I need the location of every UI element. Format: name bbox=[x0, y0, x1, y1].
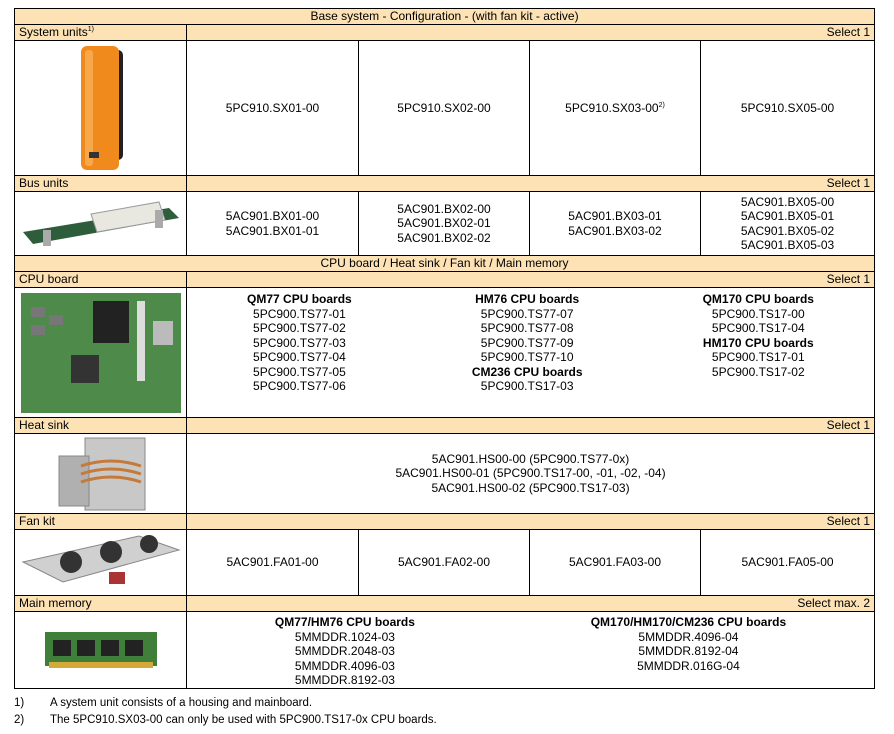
select-system-units: Select 1 bbox=[185, 24, 876, 41]
fan-kit-fa01: 5AC901.FA01-00 bbox=[186, 529, 359, 596]
footnote-1: 1) A system unit consists of a housing an… bbox=[14, 697, 313, 709]
bus-unit-bx01: 5AC901.BX01-00 5AC901.BX01-01 bbox=[186, 191, 359, 256]
system-unit-image bbox=[14, 40, 187, 176]
memory-col-qm170: QM170/HM170/CM236 CPU boards 5MMDDR.4096… bbox=[590, 615, 787, 673]
row-label-cpu-board: CPU board bbox=[14, 271, 187, 288]
bus-unit-bx05: 5AC901.BX05-00 5AC901.BX05-01 5AC901.BX05-… bbox=[699, 191, 876, 256]
system-unit-sx05: 5PC910.SX05-00 bbox=[699, 40, 876, 176]
section-title-components: CPU board / Heat sink / Fan kit / Main m… bbox=[13, 255, 876, 272]
fan-kit-fa03: 5AC901.FA03-00 bbox=[529, 529, 701, 596]
bus-unit-bx02: 5AC901.BX02-00 5AC901.BX02-01 5AC901.BX02-… bbox=[358, 191, 530, 256]
row-label-bus-units: Bus units bbox=[14, 175, 187, 192]
heat-sink-image bbox=[14, 433, 187, 514]
main-memory-list: QM77/HM76 CPU boards 5MMDDR.1024-03 5MMD… bbox=[185, 611, 876, 689]
select-cpu-board: Select 1 bbox=[185, 271, 876, 288]
cpu-col-qm170: QM170 CPU boards 5PC900.TS17-00 5PC900.T… bbox=[702, 292, 814, 379]
footnote-2: 2) The 5PC910.SX03-00 can only be used wi… bbox=[14, 714, 437, 726]
cpu-col-qm77: QM77 CPU boards 5PC900.TS77-01 5PC900.TS… bbox=[247, 292, 352, 393]
cpu-col-hm76: HM76 CPU boards 5PC900.TS77-07 5PC900.TS… bbox=[471, 292, 583, 393]
table-title: Base system - Configuration - (with fan … bbox=[13, 8, 876, 25]
memory-col-qm77-hm76: QM77/HM76 CPU boards 5MMDDR.1024-03 5MMD… bbox=[274, 615, 415, 687]
fan-kit-image bbox=[14, 529, 187, 596]
system-unit-sx02: 5PC910.SX02-00 bbox=[358, 40, 530, 176]
fan-kit-fa02: 5AC901.FA02-00 bbox=[358, 529, 530, 596]
cpu-board-list: QM77 CPU boards 5PC900.TS77-01 5PC900.TS… bbox=[185, 287, 876, 418]
system-unit-sx01: 5PC910.SX01-00 bbox=[186, 40, 359, 176]
select-main-memory: Select max. 2 bbox=[185, 595, 876, 612]
row-label-main-memory: Main memory bbox=[14, 595, 187, 612]
heat-sink-list: 5AC901.HS00-00 (5PC900.TS77-0x) 5AC901.H… bbox=[185, 433, 876, 514]
fan-kit-fa05: 5AC901.FA05-00 bbox=[699, 529, 876, 596]
select-heat-sink: Select 1 bbox=[185, 417, 876, 434]
select-bus-units: Select 1 bbox=[185, 175, 876, 192]
bus-unit-bx03: 5AC901.BX03-01 5AC901.BX03-02 bbox=[529, 191, 701, 256]
cpu-board-image bbox=[14, 287, 187, 418]
main-memory-image bbox=[14, 611, 187, 689]
configuration-table: Base system - Configuration - (with fan … bbox=[13, 8, 876, 689]
row-label-system-units: System units1) bbox=[14, 24, 187, 41]
bus-unit-image bbox=[14, 191, 187, 256]
row-label-fan-kit: Fan kit bbox=[14, 513, 187, 530]
row-label-heat-sink: Heat sink bbox=[14, 417, 187, 434]
select-fan-kit: Select 1 bbox=[185, 513, 876, 530]
system-unit-sx03: 5PC910.SX03-002) bbox=[529, 40, 701, 176]
